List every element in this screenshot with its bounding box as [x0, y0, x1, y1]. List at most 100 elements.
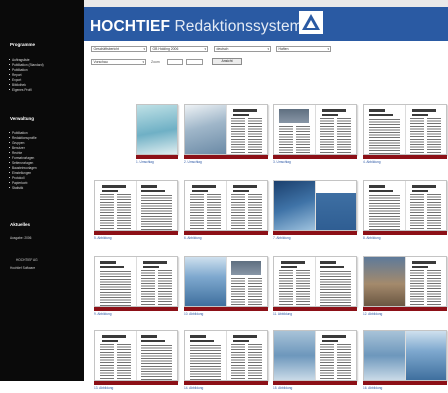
status-bar: [94, 307, 178, 311]
section-select[interactable]: Haften ▾: [276, 46, 331, 52]
status-bar: [136, 155, 178, 159]
status-bar: [94, 231, 178, 235]
sidebar-item[interactable]: Publikation: [9, 131, 28, 135]
page-preview: [94, 256, 178, 307]
sidebar-item[interactable]: Gruppen: [8, 141, 24, 145]
sidebar-section-programme: Programme: [10, 42, 36, 47]
page-thumbnail[interactable]: 8. Abbildung: [363, 180, 447, 243]
page-caption: 12. Abbildung: [363, 312, 383, 316]
page-preview: [94, 330, 178, 381]
sidebar: Programme Auftragsliste Publikation (Sta…: [0, 0, 84, 381]
page-thumbnail[interactable]: 1. Umschlag: [136, 104, 178, 167]
page-thumbnail[interactable]: 3. Umschlag: [273, 104, 357, 167]
sidebar-footer-software: Hochtief Software: [10, 266, 36, 270]
page-caption: 11. Abbildung: [273, 312, 293, 316]
sidebar-section-aktuelles: Aktuelles: [10, 222, 31, 227]
top-strip: [84, 0, 448, 7]
sidebar-item[interactable]: Formatvorlagen: [8, 156, 34, 160]
publication-type-value: Geschäftsbericht: [93, 47, 119, 51]
status-bar: [184, 307, 268, 311]
page-thumbnail[interactable]: 7. Abbildung: [273, 180, 357, 243]
page-preview: [184, 330, 268, 381]
page-caption: 7. Abbildung: [273, 236, 291, 240]
page-preview: [363, 256, 447, 307]
page-caption: 6. Abbildung: [184, 236, 202, 240]
zoom-input-2[interactable]: [186, 59, 203, 65]
sidebar-item[interactable]: Benutzer: [9, 146, 25, 150]
chevron-down-icon: ▾: [267, 47, 269, 51]
publication-type-select[interactable]: Geschäftsbericht ▾: [91, 46, 147, 52]
status-bar: [184, 231, 268, 235]
status-bar: [273, 381, 357, 385]
status-bar: [273, 155, 357, 159]
page-preview: [184, 104, 268, 155]
brand-subtitle: Redaktionssystem: [174, 18, 303, 35]
page-preview: [363, 104, 447, 155]
publication-value: GB Holding 2006: [152, 47, 179, 51]
sidebar-item[interactable]: Einstellungen: [8, 171, 31, 175]
section-value: Haften: [278, 47, 289, 51]
sidebar-item[interactable]: Protokoll: [8, 176, 24, 180]
status-bar: [273, 231, 357, 235]
page-caption: 14. Abbildung: [184, 386, 204, 390]
page-caption: 13. Abbildung: [94, 386, 114, 390]
sidebar-note: Ausgabe: 2006: [10, 236, 32, 240]
chevron-down-icon: ▾: [142, 60, 144, 64]
status-bar: [363, 155, 447, 159]
page-thumbnail[interactable]: 2. Umschlag: [184, 104, 268, 167]
page-caption: 1. Umschlag: [136, 160, 154, 164]
page-thumbnail[interactable]: 6. Abbildung: [184, 180, 268, 243]
page-preview: [363, 330, 447, 381]
sidebar-item[interactable]: Bausteinvorlagen: [9, 166, 37, 170]
page-thumbnail[interactable]: 4. Abbildung: [363, 104, 447, 167]
sidebar-item[interactable]: Export: [8, 78, 21, 82]
page-thumbnail[interactable]: 9. Abbildung: [94, 256, 178, 319]
status-bar: [94, 381, 178, 385]
language-select[interactable]: deutsch ▾: [214, 46, 271, 52]
sidebar-item[interactable]: Bibliothek: [9, 83, 26, 87]
sidebar-item[interactable]: Redaktionsprofile: [9, 136, 37, 140]
page-thumbnail[interactable]: 5. Abbildung: [94, 180, 178, 243]
view-mode-select[interactable]: Vorschau ▾: [91, 59, 146, 65]
page-caption: 4. Abbildung: [363, 160, 381, 164]
view-mode-value: Vorschau: [93, 60, 108, 64]
page-caption: 8. Abbildung: [363, 236, 381, 240]
chevron-down-icon: ▾: [327, 47, 329, 51]
zoom-input-1[interactable]: [167, 59, 183, 65]
sidebar-item[interactable]: Publikation: [9, 68, 28, 72]
company-logo: [299, 11, 323, 34]
sidebar-item[interactable]: Eigenes Profil: [9, 88, 32, 92]
page-caption: 2. Umschlag: [184, 160, 202, 164]
page-thumbnail[interactable]: 15. Abbildung: [273, 330, 357, 393]
page-preview: [273, 104, 357, 155]
page-caption: 9. Abbildung: [94, 312, 112, 316]
page-thumbnail[interactable]: 14. Abbildung: [184, 330, 268, 393]
sidebar-item[interactable]: Rechte: [8, 151, 22, 155]
status-bar: [363, 381, 447, 385]
page-preview: [273, 330, 357, 381]
page-preview: [273, 180, 357, 231]
page-thumbnail[interactable]: 11. Abbildung: [273, 256, 357, 319]
sidebar-item[interactable]: Auftragsliste: [9, 58, 30, 62]
page-caption: 10. Abbildung: [184, 312, 204, 316]
page-preview: [184, 256, 268, 307]
page-preview: [363, 180, 447, 231]
sidebar-item[interactable]: Report: [9, 73, 22, 77]
sidebar-item[interactable]: Papierkorb: [8, 181, 27, 185]
publication-select[interactable]: GB Holding 2006 ▾: [150, 46, 208, 52]
sidebar-item[interactable]: Statistik: [8, 186, 23, 190]
app-header: HOCHTIEF Redaktionssystem: [84, 7, 448, 41]
page-thumbnail[interactable]: 10. Abbildung: [184, 256, 268, 319]
page-preview: [136, 104, 178, 155]
page-thumbnail[interactable]: 12. Abbildung: [363, 256, 447, 319]
sidebar-item[interactable]: Seitenvorlagen: [8, 161, 33, 165]
zoom-label: Zoom: [151, 60, 160, 64]
page-thumbnail[interactable]: 13. Abbildung: [94, 330, 178, 393]
view-button[interactable]: Ansicht: [212, 58, 242, 65]
page-thumbnail[interactable]: 16. Abbildung: [363, 330, 447, 393]
page-preview: [184, 180, 268, 231]
chevron-down-icon: ▾: [204, 47, 206, 51]
sidebar-item[interactable]: Publikation (Standard): [9, 63, 44, 67]
sidebar-section-verwaltung: Verwaltung: [10, 116, 35, 121]
page-preview: [94, 180, 178, 231]
